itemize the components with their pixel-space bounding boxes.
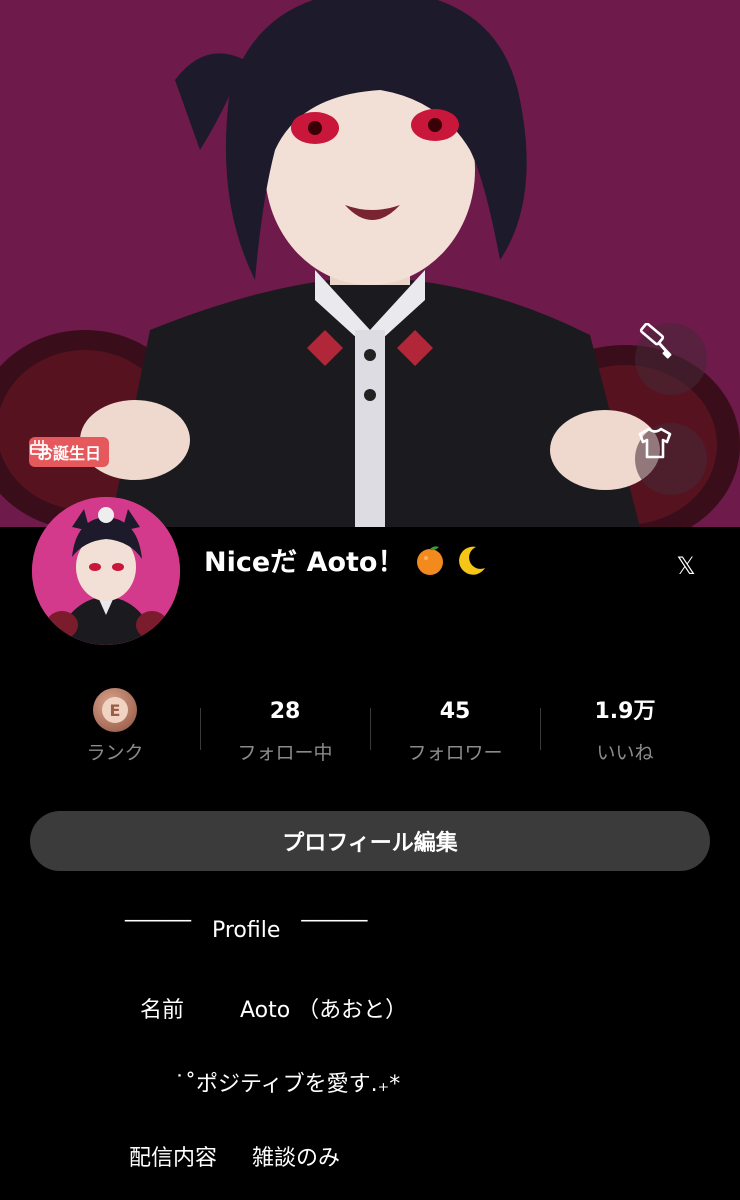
rank-badge-icon: E [93,688,137,732]
bio-line-tagline: ˙˚ポジティブを愛す.₊* [174,1072,401,1097]
x-logo-icon: 𝕏 [676,552,696,580]
avatar[interactable] [32,497,180,645]
crescent-moon-emoji [459,546,486,575]
cover-image: お誕生日 [0,0,740,527]
paint-roller-icon [639,323,672,359]
stat-likes[interactable]: 1.9万 いいね [540,686,710,772]
stat-following[interactable]: 28 フォロー中 [200,686,370,772]
stats-row: E ランク 28 フォロー中 45 フォロワー 1.9万 いいね [30,686,710,772]
stat-followers[interactable]: 45 フォロワー [370,686,540,772]
shirt-icon [638,427,672,459]
avatar-character-illustration [0,0,740,527]
bio-line-name: 名前 Aoto （あおと） [140,998,408,1023]
stat-rank-label: ランク [86,742,144,764]
orange-emoji [417,545,444,575]
cake-icon [30,440,48,455]
change-outfit-button[interactable] [635,423,707,495]
display-name: Niceだ Aoto！ [204,540,488,579]
rank-letter: E [102,697,128,723]
stat-following-value: 28 [269,699,301,724]
stat-rank[interactable]: E ランク [30,686,200,772]
stat-following-label: フォロー中 [237,742,333,764]
bio-line-profile-header: ‾‾‾‾‾‾ Profile ‾‾‾‾‾‾ [125,918,368,943]
stat-likes-label: いいね [596,742,654,764]
customize-background-button[interactable] [635,323,707,395]
edit-profile-button[interactable]: プロフィール編集 [30,811,710,871]
stat-likes-value: 1.9万 [594,699,656,724]
avatar-image [32,497,180,645]
stat-followers-label: フォロワー [407,742,503,764]
birthday-badge: お誕生日 [29,437,110,467]
bio-line-content: 配信内容 雑談のみ [129,1146,340,1171]
display-name-text: Niceだ Aoto！ [204,547,405,578]
stat-followers-value: 45 [439,699,471,724]
x-social-link[interactable]: 𝕏 [668,548,704,584]
